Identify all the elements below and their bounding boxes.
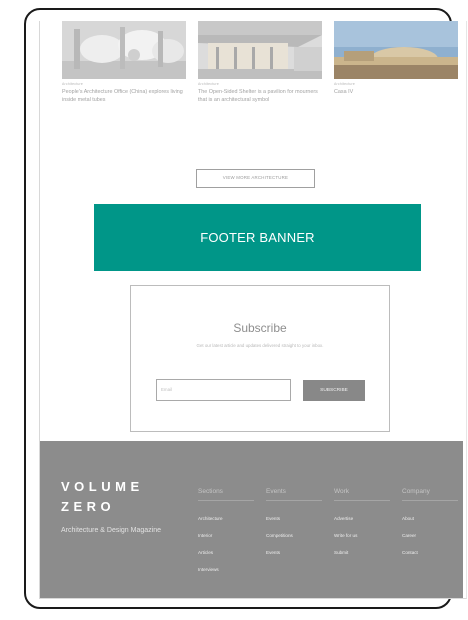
footer-link[interactable]: Architecture	[198, 516, 254, 533]
article-category: Architecture	[62, 82, 84, 86]
footer-link[interactable]: Interviews	[198, 567, 254, 584]
article-thumbnail	[198, 21, 322, 79]
footer-link[interactable]: Articles	[198, 550, 254, 567]
footer-column-events: Events Events Competitions Events	[266, 488, 322, 567]
site-footer: VOLUME ZERO Architecture & Design Magazi…	[39, 441, 463, 599]
article-card[interactable]: Architecture People's Architecture Offic…	[62, 21, 186, 104]
article-title[interactable]: People's Architecture Office (China) exp…	[62, 88, 186, 104]
subscribe-description: Get our latest article and updates deliv…	[196, 343, 324, 348]
subscribe-title: Subscribe	[233, 321, 287, 335]
subscribe-button[interactable]: SUBSCRIBE	[303, 380, 365, 401]
footer-tagline: Architecture & Design Magazine	[61, 527, 161, 534]
page-screen: Architecture People's Architecture Offic…	[39, 21, 463, 599]
footer-column-company: Company About Career Contact	[402, 488, 458, 567]
article-card[interactable]: Architecture Casa IV	[334, 21, 458, 96]
footer-column-heading: Work	[334, 488, 390, 501]
footer-link[interactable]: Contact	[402, 550, 458, 567]
footer-link[interactable]: Events	[266, 516, 322, 533]
footer-link[interactable]: Events	[266, 550, 322, 567]
footer-link[interactable]: About	[402, 516, 458, 533]
footer-link[interactable]: Career	[402, 533, 458, 550]
article-title[interactable]: The Open-Sided Shelter is a pavilion for…	[198, 88, 322, 104]
footer-logo[interactable]: VOLUME ZERO	[61, 477, 144, 517]
article-thumbnail	[334, 21, 458, 79]
footer-column-sections: Sections Architecture Interior Articles …	[198, 488, 254, 584]
footer-link[interactable]: Submit	[334, 550, 390, 567]
article-category: Architecture	[334, 82, 356, 86]
article-category: Architecture	[198, 82, 220, 86]
footer-column-heading: Events	[266, 488, 322, 501]
subscribe-box: Subscribe Get our latest article and upd…	[130, 285, 390, 432]
footer-link[interactable]: Advertise	[334, 516, 390, 533]
email-input[interactable]: Email	[156, 379, 291, 401]
article-title[interactable]: Casa IV	[334, 88, 458, 96]
logo-line-1: VOLUME	[61, 479, 144, 494]
footer-banner[interactable]: FOOTER BANNER	[94, 204, 421, 271]
logo-line-2: ZERO	[61, 499, 116, 514]
article-card[interactable]: Architecture The Open-Sided Shelter is a…	[198, 21, 322, 104]
footer-link[interactable]: Interior	[198, 533, 254, 550]
footer-column-heading: Company	[402, 488, 458, 501]
footer-link[interactable]: Competitions	[266, 533, 322, 550]
footer-link[interactable]: Write for us	[334, 533, 390, 550]
footer-column-work: Work Advertise Write for us Submit	[334, 488, 390, 567]
view-more-button[interactable]: VIEW MORE ARCHITECTURE	[196, 169, 315, 188]
article-thumbnail	[62, 21, 186, 79]
footer-column-heading: Sections	[198, 488, 254, 501]
